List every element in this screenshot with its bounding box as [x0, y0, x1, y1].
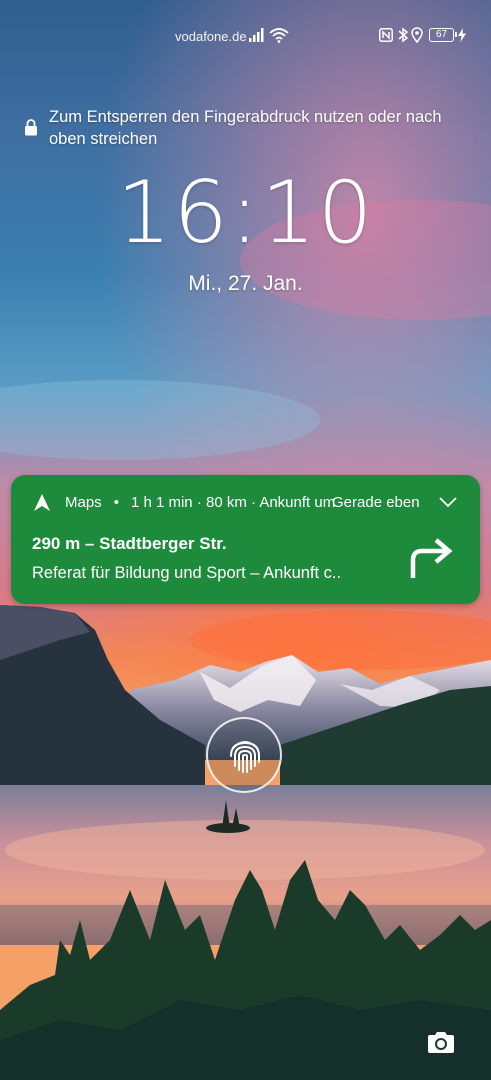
nfc-icon [379, 28, 393, 42]
notification-time: Gerade eben [332, 494, 420, 511]
fingerprint-sensor[interactable] [206, 717, 282, 793]
maps-notification[interactable]: Maps • 1 h 1 min · 80 km · Ankunft um 17:1… [11, 475, 480, 604]
status-bar: vodafone.de 67 [0, 0, 491, 72]
signal-icon [249, 28, 264, 42]
chevron-down-icon[interactable] [439, 497, 457, 508]
unlock-hint-text: Zum Entsperren den Fingerabdruck nutzen … [49, 108, 442, 148]
carrier-label: vodafone.de [175, 29, 247, 44]
notification-separator: • [113, 494, 119, 511]
date: Mi., 27. Jan. [188, 272, 303, 295]
notification-app-name: Maps [65, 494, 102, 511]
notification-summary: 1 h 1 min · 80 km · Ankunft um 17:11 [130, 494, 335, 511]
clock: 16:10 [116, 163, 375, 263]
fingerprint-icon [230, 741, 260, 773]
charging-icon [458, 28, 466, 42]
turn-right-icon [410, 538, 453, 578]
battery-indicator: 67 [429, 28, 457, 42]
notification-title: 290 m – Stadtberger Str. [32, 534, 227, 553]
wifi-icon [269, 28, 289, 43]
notification-header: Maps • 1 h 1 min · 80 km · Ankunft um 17:1… [65, 493, 335, 513]
bluetooth-icon [398, 27, 409, 43]
location-icon [411, 27, 423, 43]
navigation-arrow-icon [34, 494, 50, 511]
camera-icon[interactable] [426, 1030, 456, 1055]
notification-body: Referat für Bildung und Sport – Ankunft … [32, 564, 342, 582]
lock-icon [25, 119, 37, 136]
